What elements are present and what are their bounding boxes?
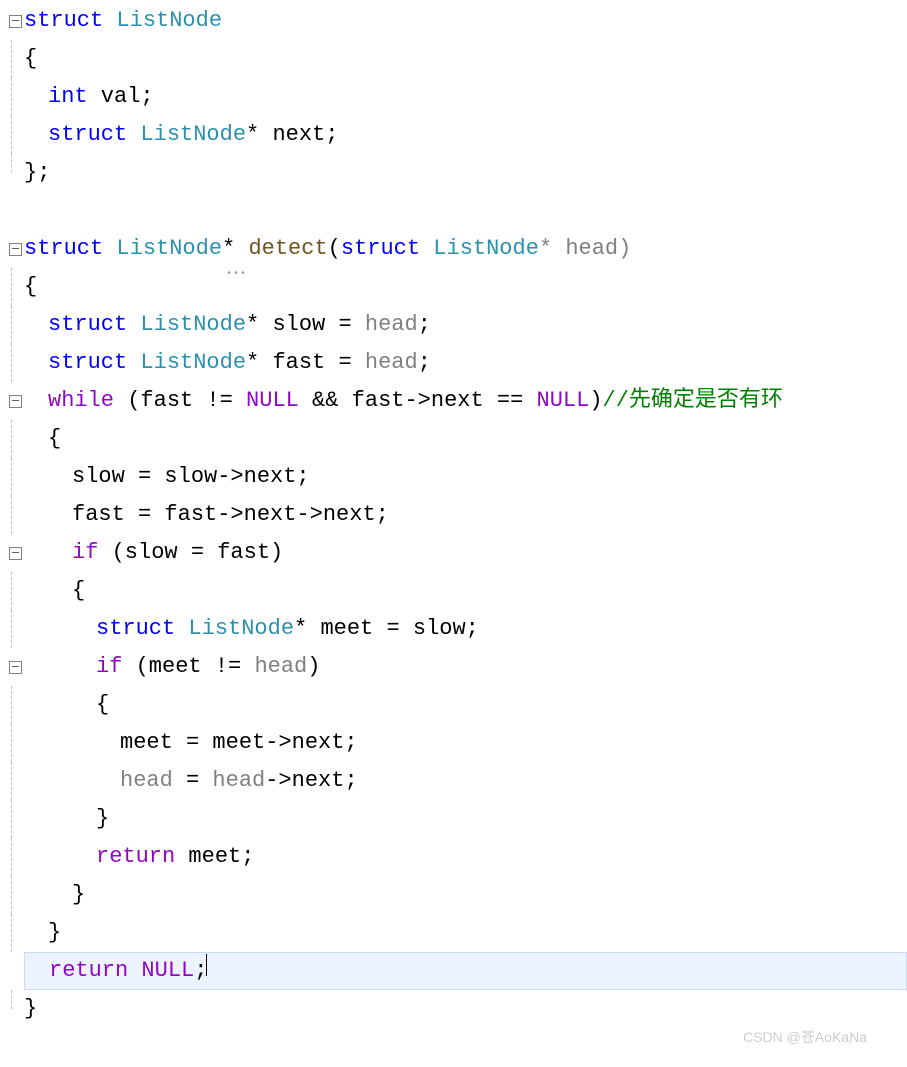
brace: { <box>48 420 61 458</box>
type-name: ListNode <box>103 230 222 268</box>
watermark: CSDN @苍AoKaNa <box>743 1027 867 1047</box>
code-text: * meet = slow; <box>294 610 479 648</box>
keyword: struct <box>96 610 175 648</box>
comment: //先确定是否有环 <box>603 382 783 420</box>
ellipsis-icon: ••• <box>226 256 247 294</box>
fold-toggle-icon[interactable] <box>9 661 22 674</box>
code-line[interactable]: { <box>0 40 907 78</box>
code-line[interactable]: } <box>0 800 907 838</box>
parameter: * head) <box>539 230 631 268</box>
brace: { <box>96 686 109 724</box>
code-text: && fast->next == <box>299 382 537 420</box>
code-area[interactable]: struct ListNode { int val; struct ListNo… <box>0 2 907 1028</box>
code-line[interactable]: }; <box>0 154 907 192</box>
code-text: slow = slow->next; <box>72 458 310 496</box>
brace: }; <box>24 154 50 192</box>
identifier: * slow = <box>246 306 365 344</box>
code-text: ) <box>589 382 602 420</box>
code-text: (meet != <box>122 648 254 686</box>
type-name: ListNode <box>127 116 246 154</box>
brace: { <box>72 572 85 610</box>
identifier: val; <box>88 78 154 116</box>
code-line[interactable]: struct ListNode <box>0 2 907 40</box>
keyword: int <box>48 78 88 116</box>
code-line[interactable]: struct ListNode* detect(struct ListNode*… <box>0 230 907 268</box>
keyword: struct <box>48 116 127 154</box>
code-line[interactable]: } <box>0 914 907 952</box>
code-line[interactable]: struct ListNode* slow = head; <box>0 306 907 344</box>
parameter: head <box>365 344 418 382</box>
null-literal: NULL <box>141 952 194 990</box>
keyword: return <box>96 838 175 876</box>
keyword: if <box>96 648 122 686</box>
keyword: while <box>48 382 114 420</box>
code-line[interactable]: meet = meet->next; <box>0 724 907 762</box>
parameter: head <box>120 762 173 800</box>
code-text: ->next; <box>265 762 357 800</box>
code-text: (slow = fast) <box>98 534 283 572</box>
identifier: * fast = <box>246 344 365 382</box>
code-line[interactable]: if (meet != head) <box>0 648 907 686</box>
keyword: struct <box>341 230 420 268</box>
fold-toggle-icon[interactable] <box>9 15 22 28</box>
brace: { <box>24 268 37 306</box>
brace: } <box>96 800 109 838</box>
code-text: (fast != <box>114 382 246 420</box>
code-line[interactable]: int val; <box>0 78 907 116</box>
fold-toggle-icon[interactable] <box>9 243 22 256</box>
code-line[interactable]: } <box>0 876 907 914</box>
text-cursor <box>206 954 207 976</box>
code-line[interactable]: if (slow = fast) <box>0 534 907 572</box>
code-line-active[interactable]: return NULL; <box>24 952 907 990</box>
code-line[interactable]: { <box>0 572 907 610</box>
keyword: if <box>72 534 98 572</box>
null-literal: NULL <box>537 382 590 420</box>
parameter: head <box>365 306 418 344</box>
function-name: detect <box>248 230 327 268</box>
code-text: fast = fast->next->next; <box>72 496 389 534</box>
code-line[interactable]: { <box>0 420 907 458</box>
punct: ( <box>328 230 341 268</box>
code-line[interactable]: struct ListNode* meet = slow; <box>0 610 907 648</box>
code-line[interactable] <box>0 192 907 230</box>
brace: } <box>24 990 37 1028</box>
type-name: ListNode <box>420 230 539 268</box>
parameter: head <box>254 648 307 686</box>
keyword: struct <box>24 230 103 268</box>
code-text: meet; <box>175 838 254 876</box>
code-text: ) <box>307 648 320 686</box>
space <box>128 952 141 990</box>
fold-toggle-icon[interactable] <box>9 395 22 408</box>
null-literal: NULL <box>246 382 299 420</box>
brace: { <box>24 40 37 78</box>
code-line[interactable]: slow = slow->next; <box>0 458 907 496</box>
brace: } <box>48 914 61 952</box>
type-name: ListNode <box>127 306 246 344</box>
code-line[interactable]: } <box>0 990 907 1028</box>
code-line[interactable]: return meet; <box>0 838 907 876</box>
punct: ; <box>418 344 431 382</box>
parameter: head <box>212 762 265 800</box>
keyword: struct <box>24 2 103 40</box>
type-name: ListNode <box>175 610 294 648</box>
code-line[interactable]: struct ListNode* fast = head; <box>0 344 907 382</box>
code-line[interactable]: struct ListNode* next; <box>0 116 907 154</box>
code-editor[interactable]: struct ListNode { int val; struct ListNo… <box>0 0 907 1028</box>
identifier: * next; <box>246 116 338 154</box>
code-line[interactable]: { <box>0 686 907 724</box>
keyword: struct <box>48 344 127 382</box>
brace: } <box>72 876 85 914</box>
code-line[interactable]: while (fast != NULL && fast->next == NUL… <box>0 382 907 420</box>
code-line[interactable]: head = head->next; <box>0 762 907 800</box>
type-name: ListNode <box>103 2 222 40</box>
punct: ; <box>418 306 431 344</box>
code-text: meet = meet->next; <box>120 724 358 762</box>
keyword: return <box>49 952 128 990</box>
fold-toggle-icon[interactable] <box>9 547 22 560</box>
type-name: ListNode <box>127 344 246 382</box>
code-line[interactable]: fast = fast->next->next; <box>0 496 907 534</box>
code-line[interactable]: { <box>0 268 907 306</box>
keyword: struct <box>48 306 127 344</box>
code-text: = <box>173 762 213 800</box>
